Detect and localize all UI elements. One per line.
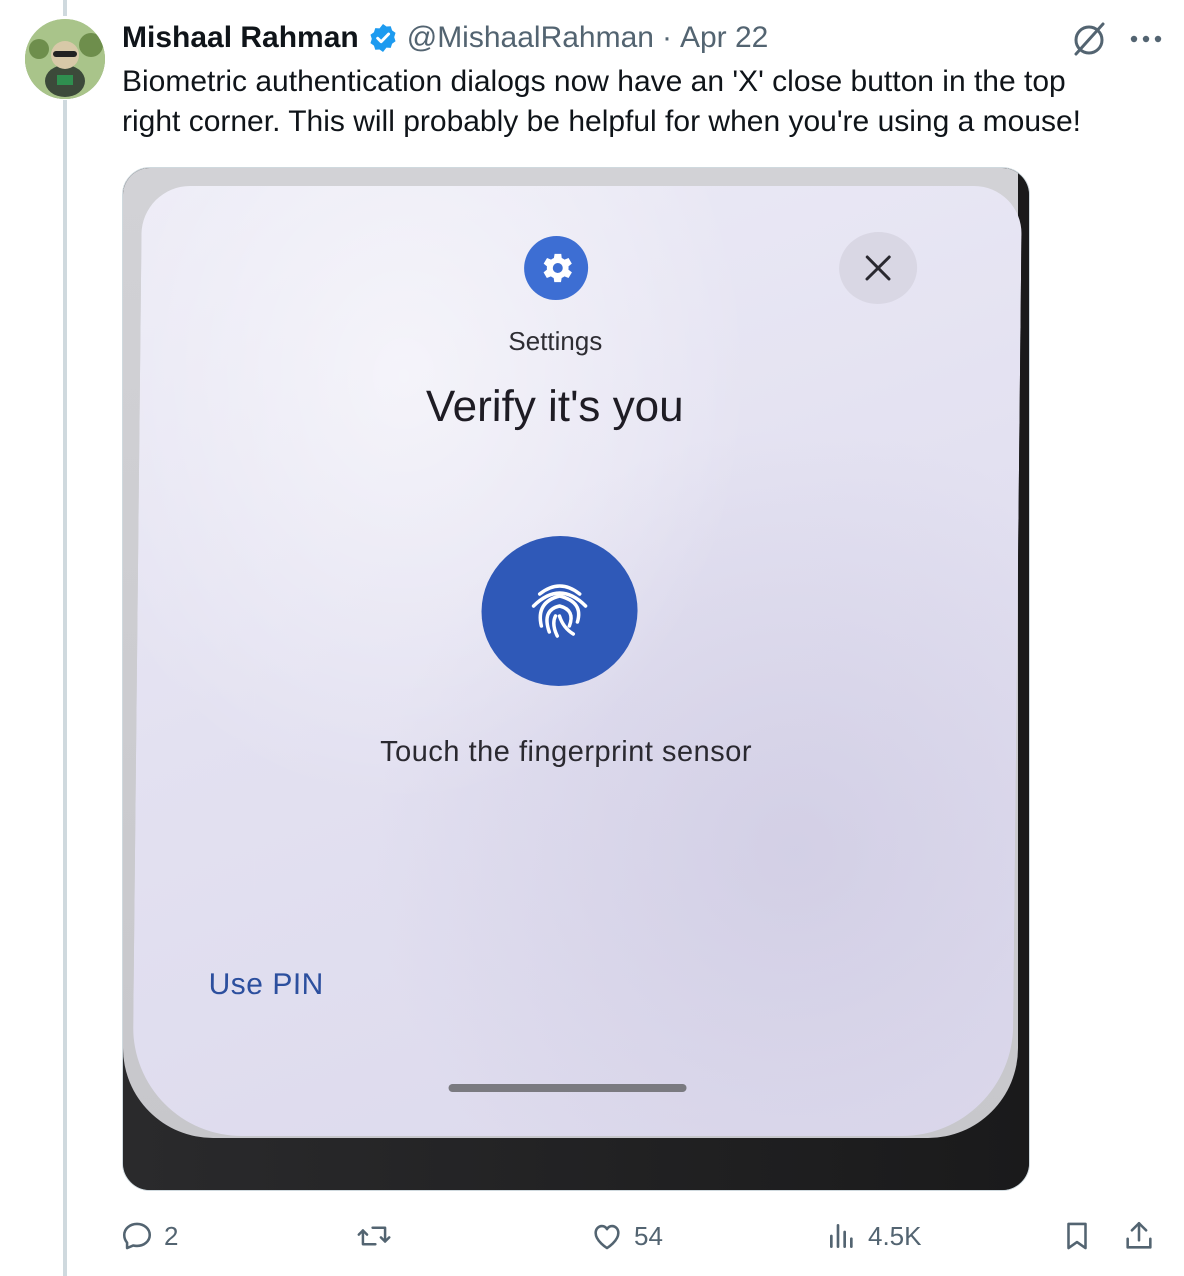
share-button[interactable]	[1122, 1214, 1156, 1258]
tweet-date[interactable]: Apr 22	[680, 21, 768, 55]
fingerprint-instruction: Touch the fingerprint sensor	[379, 736, 753, 768]
biometric-dialog: Settings Verify it's you Touch the finge…	[132, 186, 1022, 1136]
grok-icon[interactable]	[1070, 20, 1108, 58]
reply-icon	[122, 1222, 152, 1250]
close-icon	[865, 255, 891, 281]
dialog-app-name: Settings	[508, 326, 603, 356]
author-name[interactable]: Mishaal Rahman	[122, 21, 359, 55]
tweet-header: Mishaal Rahman @MishaalRahman · Apr 22	[122, 18, 768, 58]
share-icon	[1126, 1221, 1152, 1249]
verified-badge-icon	[367, 22, 399, 54]
tweet-text: Biometric authentication dialogs now hav…	[122, 65, 1082, 138]
repost-icon	[357, 1226, 391, 1246]
gear-icon	[523, 236, 589, 300]
repost-button[interactable]	[356, 1214, 392, 1258]
author-handle[interactable]: @MishaalRahman	[407, 21, 654, 55]
fingerprint-button[interactable]	[480, 536, 639, 686]
reply-button[interactable]: 2	[120, 1214, 178, 1258]
tweet-media[interactable]: Settings Verify it's you Touch the finge…	[122, 167, 1030, 1191]
bookmark-button[interactable]	[1060, 1214, 1094, 1258]
views-icon	[830, 1224, 853, 1248]
home-indicator	[448, 1084, 687, 1092]
avatar[interactable]	[25, 19, 105, 99]
reply-count: 2	[164, 1220, 179, 1251]
tweet-actions: 2 54 4.5K	[120, 1214, 1164, 1258]
bookmark-icon	[1067, 1222, 1087, 1250]
close-button[interactable]	[838, 232, 918, 304]
more-options-icon[interactable]	[1130, 33, 1162, 45]
like-button[interactable]: 54	[590, 1214, 663, 1258]
views-button[interactable]: 4.5K	[826, 1214, 922, 1258]
use-pin-button[interactable]: Use PIN	[208, 968, 324, 1002]
header-separator: ·	[661, 21, 672, 54]
like-count: 54	[634, 1220, 663, 1251]
dialog-title: Verify it's you	[425, 382, 684, 431]
thread-line-top	[63, 0, 67, 16]
heart-icon	[594, 1224, 620, 1250]
thread-line	[63, 100, 67, 1276]
tweet-top-actions	[1070, 20, 1162, 58]
fingerprint-icon	[531, 584, 588, 638]
view-count: 4.5K	[868, 1220, 922, 1251]
